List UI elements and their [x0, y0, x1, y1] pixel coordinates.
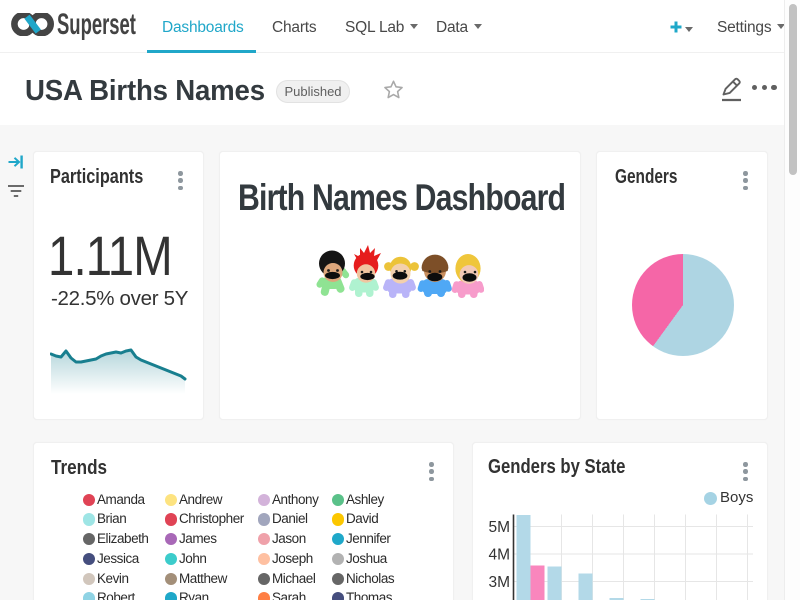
svg-text:3M: 3M — [488, 574, 510, 591]
svg-text:4M: 4M — [488, 547, 510, 564]
svg-text:5M: 5M — [488, 519, 510, 536]
